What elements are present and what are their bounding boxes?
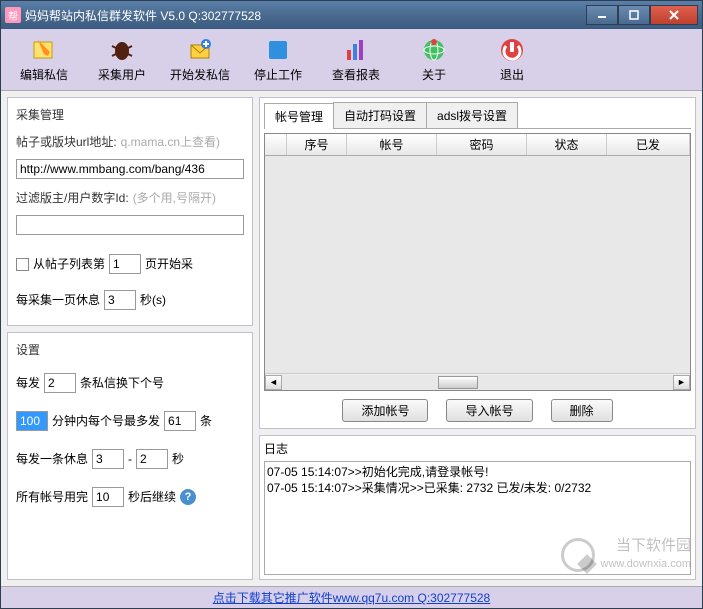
send-icon xyxy=(186,36,214,64)
delete-button[interactable]: 删除 xyxy=(551,399,613,422)
toolbar-edit-button[interactable]: 编辑私信 xyxy=(5,31,83,88)
url-hint: q.mama.cn上查看) xyxy=(121,131,220,153)
globe-icon xyxy=(420,36,448,64)
toolbar-chart-button[interactable]: 查看报表 xyxy=(317,31,395,88)
rest2-dash: - xyxy=(128,448,132,470)
url-label: 帖子或版块url地址: xyxy=(16,131,117,153)
h-scrollbar[interactable]: ◄ ► xyxy=(265,373,690,390)
bug-icon xyxy=(108,36,136,64)
toolbar-label: 编辑私信 xyxy=(20,66,68,83)
scroll-thumb[interactable] xyxy=(438,376,478,389)
allused-input[interactable] xyxy=(92,487,124,507)
log-panel: 日志 07-05 15:14:07>>初始化完成,请登录帐号!07-05 15:… xyxy=(259,435,696,580)
rest2-suffix: 秒 xyxy=(172,448,184,470)
toolbar-exit-button[interactable]: 退出 xyxy=(473,31,551,88)
tab-container: 帐号管理自动打码设置adsl拨号设置 序号帐号密码状态已发 ◄ ► 添加帐号 导… xyxy=(259,97,696,429)
col-header: 帐号 xyxy=(347,134,437,155)
table-body xyxy=(265,156,690,373)
footer-link[interactable]: 点击下载其它推广软件www.qq7u.com Q:302777528 xyxy=(213,589,490,606)
collect-panel: 采集管理 帖子或版块url地址: q.mama.cn上查看) 过滤版主/用户数字… xyxy=(7,97,253,326)
filter-label: 过滤版主/用户数字Id: xyxy=(16,187,129,209)
col-header: 序号 xyxy=(287,134,347,155)
maxsend-mid: 分钟内每个号最多发 xyxy=(52,410,160,432)
toolbar-globe-button[interactable]: 关于 xyxy=(395,31,473,88)
exit-icon xyxy=(498,36,526,64)
account-table: 序号帐号密码状态已发 ◄ ► xyxy=(264,133,691,391)
toolbar-bug-button[interactable]: 采集用户 xyxy=(83,31,161,88)
rest2-prefix: 每发一条休息 xyxy=(16,448,88,470)
tab-0[interactable]: 帐号管理 xyxy=(264,103,334,129)
tabstrip: 帐号管理自动打码设置adsl拨号设置 xyxy=(264,102,691,129)
close-button[interactable] xyxy=(650,5,698,25)
startpage-suffix: 页开始采 xyxy=(145,253,193,275)
add-account-button[interactable]: 添加帐号 xyxy=(342,399,428,422)
app-icon: 帮 xyxy=(5,7,21,23)
help-icon[interactable]: ? xyxy=(180,489,196,505)
col-header: 状态 xyxy=(527,134,607,155)
toolbar-label: 退出 xyxy=(500,66,524,83)
rest-prefix: 每采集一页休息 xyxy=(16,289,100,311)
maxsend-input[interactable] xyxy=(164,411,196,431)
col-header: 已发 xyxy=(607,134,690,155)
filter-hint: (多个用,号隔开) xyxy=(133,187,216,209)
log-box: 07-05 15:14:07>>初始化完成,请登录帐号!07-05 15:14:… xyxy=(264,461,691,575)
perswitch-suffix: 条私信换下个号 xyxy=(80,372,164,394)
perswitch-input[interactable] xyxy=(44,373,76,393)
toolbar-label: 开始发私信 xyxy=(170,66,230,83)
import-account-button[interactable]: 导入帐号 xyxy=(446,399,532,422)
log-line: 07-05 15:14:07>>初始化完成,请登录帐号! xyxy=(267,464,688,480)
scroll-right-icon[interactable]: ► xyxy=(673,375,690,390)
scroll-left-icon[interactable]: ◄ xyxy=(265,375,282,390)
maxsend-min-input[interactable] xyxy=(16,411,48,431)
toolbar-stop-button[interactable]: 停止工作 xyxy=(239,31,317,88)
toolbar-label: 关于 xyxy=(422,66,446,83)
allused-suffix: 秒后继续 xyxy=(128,486,176,508)
maximize-button[interactable] xyxy=(618,5,650,25)
perswitch-prefix: 每发 xyxy=(16,372,40,394)
tab-2[interactable]: adsl拨号设置 xyxy=(426,102,518,128)
minimize-button[interactable] xyxy=(586,5,618,25)
col-header: 密码 xyxy=(437,134,527,155)
startpage-input[interactable] xyxy=(109,254,141,274)
toolbar-send-button[interactable]: 开始发私信 xyxy=(161,31,239,88)
rest-input[interactable] xyxy=(104,290,136,310)
filter-input[interactable] xyxy=(16,215,244,235)
stop-icon xyxy=(264,36,292,64)
settings-panel: 设置 每发 条私信换下个号 分钟内每个号最多发 条 每发一条休息 xyxy=(7,332,253,580)
statusbar: 点击下载其它推广软件www.qq7u.com Q:302777528 xyxy=(1,586,702,608)
startpage-checkbox[interactable] xyxy=(16,258,29,271)
edit-icon xyxy=(30,36,58,64)
maxsend-suffix: 条 xyxy=(200,410,212,432)
col-header xyxy=(265,134,287,155)
toolbar: 编辑私信 采集用户 开始发私信 停止工作 查看报表 关于 退出 xyxy=(1,29,702,91)
allused-prefix: 所有帐号用完 xyxy=(16,486,88,508)
window-title: 妈妈帮站内私信群发软件 V5.0 Q:302777528 xyxy=(25,7,586,24)
toolbar-label: 停止工作 xyxy=(254,66,302,83)
log-title: 日志 xyxy=(264,440,691,457)
collect-title: 采集管理 xyxy=(16,106,244,123)
url-input[interactable] xyxy=(16,159,244,179)
rest2-from-input[interactable] xyxy=(92,449,124,469)
titlebar: 帮 妈妈帮站内私信群发软件 V5.0 Q:302777528 xyxy=(1,1,702,29)
log-line: 07-05 15:14:07>>采集情况>>已采集: 2732 已发/未发: 0… xyxy=(267,480,688,496)
toolbar-label: 采集用户 xyxy=(98,66,146,83)
startpage-prefix: 从帖子列表第 xyxy=(33,253,105,275)
settings-title: 设置 xyxy=(16,341,244,358)
tab-1[interactable]: 自动打码设置 xyxy=(333,102,427,128)
toolbar-label: 查看报表 xyxy=(332,66,380,83)
rest2-to-input[interactable] xyxy=(136,449,168,469)
chart-icon xyxy=(342,36,370,64)
rest-suffix: 秒(s) xyxy=(140,289,166,311)
